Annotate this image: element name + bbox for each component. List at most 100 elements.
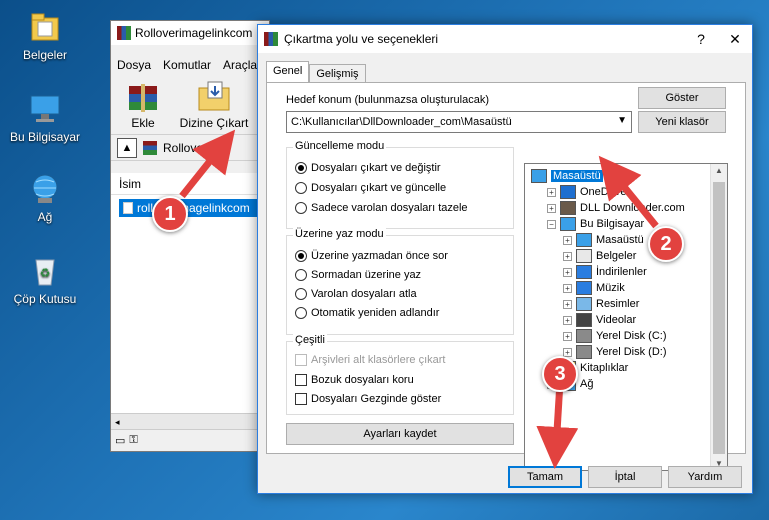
add-button[interactable]: Ekle <box>117 80 169 130</box>
cancel-button[interactable]: İptal <box>588 466 662 488</box>
up-arrow-icon: ▲ <box>121 141 133 154</box>
show-button[interactable]: Göster <box>638 87 726 109</box>
drive-icon <box>576 345 592 359</box>
radio-button[interactable] <box>295 162 307 174</box>
update-option-freshen[interactable]: Sadece varolan dosyaları tazele <box>295 202 468 214</box>
menu-item-dosya[interactable]: Dosya <box>117 58 151 72</box>
tree-item[interactable]: + Resimler <box>563 296 639 312</box>
ok-button[interactable]: Tamam <box>508 466 582 488</box>
tree-expander[interactable]: + <box>563 331 572 341</box>
tree-item-label: Kitaplıklar <box>580 362 629 374</box>
option-label: Dosyaları çıkart ve güncelle <box>311 182 447 194</box>
tree-item[interactable]: + İndirilenler <box>563 264 647 280</box>
extract-to-button[interactable]: Dizine Çıkart <box>177 80 251 130</box>
horizontal-scrollbar[interactable]: ◂ <box>111 413 269 429</box>
tree-expander[interactable]: + <box>563 315 572 325</box>
annotation-marker-3: 3 <box>542 356 578 392</box>
overwrite-option-ask[interactable]: Üzerine yazmadan önce sor <box>295 250 448 262</box>
recycle-bin-icon: ♻ <box>28 254 62 288</box>
menu-item-komutlar[interactable]: Komutlar <box>163 58 211 72</box>
tree-item-label: Belgeler <box>596 250 637 262</box>
tree-expander[interactable]: + <box>563 283 572 293</box>
update-option-update[interactable]: Dosyaları çıkart ve güncelle <box>295 182 446 194</box>
tree-item[interactable]: + OneDrive <box>547 184 626 200</box>
radio-button[interactable] <box>295 182 307 194</box>
file-row[interactable]: rolloverimagelinkcom <box>119 199 269 217</box>
radio-button[interactable] <box>295 307 307 319</box>
tree-item[interactable]: − Bu Bilgisayar <box>547 216 644 232</box>
extract-folder-icon <box>196 80 232 112</box>
tab-general[interactable]: Genel <box>266 61 310 83</box>
option-label: Arşivleri alt klasörlere çıkart <box>311 354 446 366</box>
tree-item[interactable]: Masaüstü <box>531 168 603 184</box>
user-icon <box>560 201 576 215</box>
winrar-window[interactable]: Rolloverimagelinkcom Dosya Komutlar Araç… <box>110 20 270 452</box>
up-folder-button[interactable]: ▲ <box>117 137 137 158</box>
desktop-icon-recycle-bin[interactable]: ♻ Çöp Kutusu <box>7 254 83 306</box>
help-title-button[interactable]: ? <box>684 31 718 47</box>
radio-button[interactable] <box>295 250 307 262</box>
save-settings-button[interactable]: Ayarları kaydet <box>286 423 514 445</box>
winrar-menubar: Dosya Komutlar Araçlar <box>111 55 269 75</box>
tree-item[interactable]: + Müzik <box>563 280 625 296</box>
downloads-icon <box>576 265 592 279</box>
new-folder-button[interactable]: Yeni klasör <box>638 111 726 133</box>
tree-expander[interactable]: + <box>563 267 572 277</box>
checkbox[interactable] <box>295 393 307 405</box>
chevron-down-icon[interactable]: ▼ <box>617 115 627 126</box>
destination-label: Hedef konum (bulunmazsa oluşturulacak) <box>286 94 489 106</box>
desktop-icon-computer[interactable]: Bu Bilgisayar <box>7 92 83 144</box>
overwrite-option-rename[interactable]: Otomatik yeniden adlandır <box>295 307 439 319</box>
update-option-replace[interactable]: Dosyaları çıkart ve değiştir <box>295 162 441 174</box>
radio-button[interactable] <box>295 288 307 300</box>
radio-button[interactable] <box>295 269 307 281</box>
overwrite-option-without-prompt[interactable]: Sormadan üzerine yaz <box>295 269 421 281</box>
tree-item[interactable]: + DLL Downloader.com <box>547 200 685 216</box>
address-text[interactable]: Rolloverima <box>163 141 226 155</box>
scroll-up-icon[interactable]: ▲ <box>711 166 727 175</box>
tree-item[interactable]: + Yerel Disk (C:) <box>563 328 667 344</box>
desktop-icon-documents[interactable]: Belgeler <box>7 10 83 62</box>
tree-expander[interactable]: − <box>547 219 556 229</box>
dialog-titlebar[interactable]: Çıkartma yolu ve seçenekleri ? ✕ <box>258 25 752 53</box>
tree-expander[interactable]: + <box>563 299 572 309</box>
destination-path-combobox[interactable]: C:\Kullanıcılar\DllDownloader_com\Masaüs… <box>286 111 632 133</box>
option-label: Dosyaları Gezginde göster <box>311 393 442 405</box>
computer-icon <box>28 92 62 126</box>
tree-item[interactable]: + Masaüstü <box>563 232 644 248</box>
tree-expander[interactable]: + <box>563 235 572 245</box>
tree-expander[interactable]: + <box>547 187 556 197</box>
extract-dialog[interactable]: Çıkartma yolu ve seçenekleri ? ✕ Genel G… <box>257 24 753 494</box>
scroll-thumb[interactable] <box>713 182 725 454</box>
checkbox[interactable] <box>295 374 307 386</box>
tree-vertical-scrollbar[interactable]: ▲ ▼ <box>710 164 727 470</box>
folder-tree[interactable]: ▲ ▼ Masaüstü + OneDrive + DLL Downloader.com… <box>524 163 728 471</box>
network-icon <box>28 172 62 206</box>
tree-expander[interactable]: + <box>563 251 572 261</box>
desktop-icon-label: Belgeler <box>22 48 68 62</box>
annotation-marker-2: 2 <box>648 226 684 262</box>
tree-expander[interactable]: + <box>563 347 572 357</box>
tab-advanced[interactable]: Gelişmiş <box>309 64 366 83</box>
close-button[interactable]: ✕ <box>718 31 752 48</box>
tree-item[interactable]: + Yerel Disk (D:) <box>563 344 667 360</box>
drive-status-icon: ▭ <box>115 435 126 447</box>
file-list[interactable]: İsim rolloverimagelinkcom ◂ <box>111 173 269 429</box>
column-header-name[interactable]: İsim <box>111 173 269 195</box>
help-button[interactable]: Yardım <box>668 466 742 488</box>
misc-title: Çeşitli <box>293 334 327 346</box>
misc-option-keep-broken[interactable]: Bozuk dosyaları koru <box>295 374 414 386</box>
tree-item[interactable]: + Belgeler <box>563 248 636 264</box>
winrar-titlebar[interactable]: Rolloverimagelinkcom <box>111 21 269 45</box>
misc-option-show-in-explorer[interactable]: Dosyaları Gezginde göster <box>295 393 441 405</box>
overwrite-option-skip[interactable]: Varolan dosyaları atla <box>295 288 417 300</box>
tree-item[interactable]: + Videolar <box>563 312 636 328</box>
desktop-icon <box>576 233 592 247</box>
tree-item-label: Yerel Disk (C:) <box>596 330 667 342</box>
tree-item-label: OneDrive <box>580 186 627 198</box>
radio-button[interactable] <box>295 202 307 214</box>
desktop-icon-network[interactable]: Ağ <box>7 172 83 224</box>
tree-item-label: DLL Downloader.com <box>580 202 685 214</box>
menu-item-araclar[interactable]: Araçlar <box>223 58 261 72</box>
tree-expander[interactable]: + <box>547 203 556 213</box>
